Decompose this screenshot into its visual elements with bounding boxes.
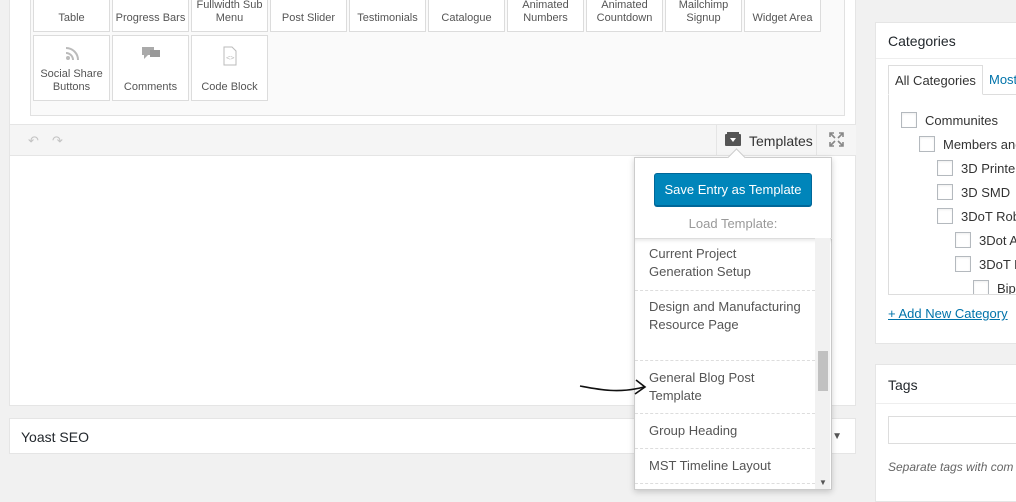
fullscreen-icon[interactable] (829, 132, 844, 151)
scrollbar-thumb[interactable] (818, 351, 828, 391)
category-label: 3DoT Rob (961, 208, 1016, 224)
category-label: Communites (925, 112, 998, 128)
category-checkbox[interactable] (901, 112, 917, 128)
category-checkbox[interactable] (955, 256, 971, 272)
category-checkbox[interactable] (937, 160, 953, 176)
toggle-arrow-icon[interactable]: ▼ (832, 431, 842, 442)
template-item[interactable]: Current Project Generation Setup (635, 245, 815, 291)
tab-all-categories[interactable]: All Categories (888, 65, 983, 95)
template-item[interactable]: MST Timeline Layout (635, 457, 815, 484)
svg-text:<>: <> (226, 54, 234, 62)
load-template-label: Load Template: (688, 216, 778, 231)
module-label: Mailchimp Signup (678, 0, 729, 24)
category-checkbox[interactable] (937, 184, 953, 200)
templates-button[interactable]: Templates (716, 125, 817, 156)
undo-icon[interactable]: ↶ (28, 133, 39, 149)
categories-box: Categories All Categories Most Communite… (875, 22, 1016, 344)
save-entry-as-template-button[interactable]: Save Entry as Template (654, 173, 812, 206)
module-code-block[interactable]: <> Code Block (191, 35, 268, 101)
templates-dropdown: Save Entry as Template Load Template: Cu… (634, 157, 832, 490)
template-item[interactable]: Design and Manufacturing Resource Page (635, 298, 815, 361)
module-social-share-buttons[interactable]: Social Share Buttons (33, 35, 110, 101)
category-label: 3DoT E (979, 256, 1016, 272)
tags-title: Tags (888, 377, 918, 393)
tags-box: Tags Separate tags with com (875, 364, 1016, 502)
category-item[interactable]: 3DoT Rob (937, 208, 1016, 224)
category-checkbox[interactable] (955, 232, 971, 248)
category-label: 3D Printer (961, 160, 1016, 176)
module-label: Progress Bars (115, 12, 186, 24)
module-animated-countdown[interactable]: Animated Countdown (586, 0, 663, 32)
tags-hint: Separate tags with com (888, 460, 1014, 474)
comments-icon (141, 46, 161, 66)
redo-icon[interactable]: ↷ (52, 133, 63, 149)
module-label: Social Share Buttons (40, 68, 103, 93)
divider (876, 403, 1016, 404)
scroll-down-icon[interactable]: ▼ (819, 478, 827, 487)
module-progress-bars[interactable]: Progress Bars (112, 0, 189, 32)
module-label: Animated Countdown (596, 0, 653, 24)
module-label: Catalogue (441, 12, 492, 24)
yoast-title: Yoast SEO (21, 429, 89, 445)
module-post-slider[interactable]: Post Slider (270, 0, 347, 32)
code-block-icon: <> (222, 46, 238, 70)
templates-label: Templates (749, 132, 813, 149)
module-catalogue[interactable]: Catalogue (428, 0, 505, 32)
category-item[interactable]: 3DoT E (955, 256, 1016, 272)
module-label: Fullwidth Sub Menu (196, 0, 263, 24)
category-item[interactable]: Members and (919, 136, 1016, 152)
module-label: Code Block (201, 81, 258, 93)
category-item[interactable]: 3D Printer (937, 160, 1016, 176)
divider (876, 58, 1016, 59)
annotation-arrow-icon (579, 379, 647, 395)
category-checklist: Communites Members and 3D Printer 3D SMD… (888, 94, 1016, 295)
inbox-icon (725, 132, 741, 149)
category-item[interactable]: Bipe (973, 280, 1016, 295)
builder-toolbar: ↶ ↷ Templates (10, 124, 856, 156)
module-label: Table (58, 12, 85, 24)
module-label: Testimonials (357, 12, 418, 24)
add-new-category-link[interactable]: + Add New Category (888, 306, 1008, 321)
template-item[interactable]: Group Heading (635, 422, 815, 449)
module-mailchimp-signup[interactable]: Mailchimp Signup (665, 0, 742, 32)
module-label: Widget Area (752, 12, 813, 24)
module-grid: Table Progress Bars Fullwidth Sub Menu P… (30, 0, 845, 116)
category-checkbox[interactable] (919, 136, 935, 152)
category-label: 3Dot A (979, 232, 1016, 248)
category-label: Members and (943, 136, 1016, 152)
module-comments[interactable]: Comments (112, 35, 189, 101)
tab-most-used[interactable]: Most (983, 65, 1016, 95)
category-checkbox[interactable] (937, 208, 953, 224)
category-item[interactable]: 3D SMD (937, 184, 1010, 200)
category-checkbox[interactable] (973, 280, 989, 294)
category-label: Bipe (997, 280, 1016, 295)
categories-title: Categories (888, 33, 956, 49)
module-label: Animated Numbers (522, 0, 569, 24)
module-table[interactable]: Table (33, 0, 110, 32)
template-list-scrollbar[interactable]: ▼ (815, 238, 830, 489)
module-animated-numbers[interactable]: Animated Numbers (507, 0, 584, 32)
module-fullwidth-sub-menu[interactable]: Fullwidth Sub Menu (191, 0, 268, 32)
module-label: Post Slider (281, 12, 336, 24)
tags-input[interactable] (888, 416, 1016, 444)
template-item[interactable]: General Blog Post Template (635, 369, 815, 414)
module-testimonials[interactable]: Testimonials (349, 0, 426, 32)
category-item[interactable]: Communites (901, 112, 998, 128)
module-widget-area[interactable]: Widget Area (744, 0, 821, 32)
template-list[interactable]: Current Project Generation Setup Design … (635, 238, 832, 489)
category-item[interactable]: 3Dot A (955, 232, 1016, 248)
category-label: 3D SMD (961, 184, 1011, 200)
module-label: Comments (123, 81, 178, 93)
social-share-icon (64, 46, 80, 66)
